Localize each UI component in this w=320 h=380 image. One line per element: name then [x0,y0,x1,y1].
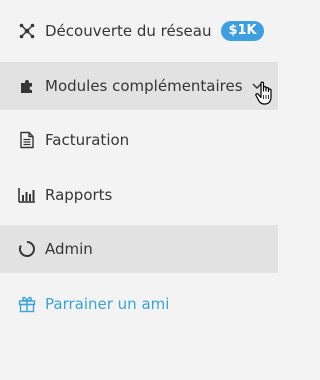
menu-item-addons[interactable]: Modules complémentaires [0,62,278,110]
network-icon [18,22,36,40]
menu-item-refer-friend[interactable]: Parrainer un ami [0,280,278,328]
document-icon [18,131,36,149]
bar-chart-icon [18,186,36,204]
menu-item-network-discovery[interactable]: Découverte du réseau $1K [0,7,278,55]
puzzle-icon [18,77,36,95]
refresh-icon [18,240,36,258]
menu-item-label: Découverte du réseau [45,22,212,40]
menu-item-billing[interactable]: Facturation [0,116,278,164]
menu-item-label: Facturation [45,131,130,149]
menu-item-label: Admin [45,240,93,258]
count-badge: $1K [221,21,264,41]
menu-item-reports[interactable]: Rapports [0,171,278,219]
menu-item-admin[interactable]: Admin [0,225,278,273]
menu-item-label: Parrainer un ami [45,295,170,313]
sidebar-menu: Découverte du réseau $1K Modules complém… [0,0,286,380]
gift-icon [18,295,36,313]
menu-item-label: Rapports [45,186,113,204]
chevron-down-icon[interactable] [251,78,263,90]
menu-item-label: Modules complémentaires [45,77,243,95]
